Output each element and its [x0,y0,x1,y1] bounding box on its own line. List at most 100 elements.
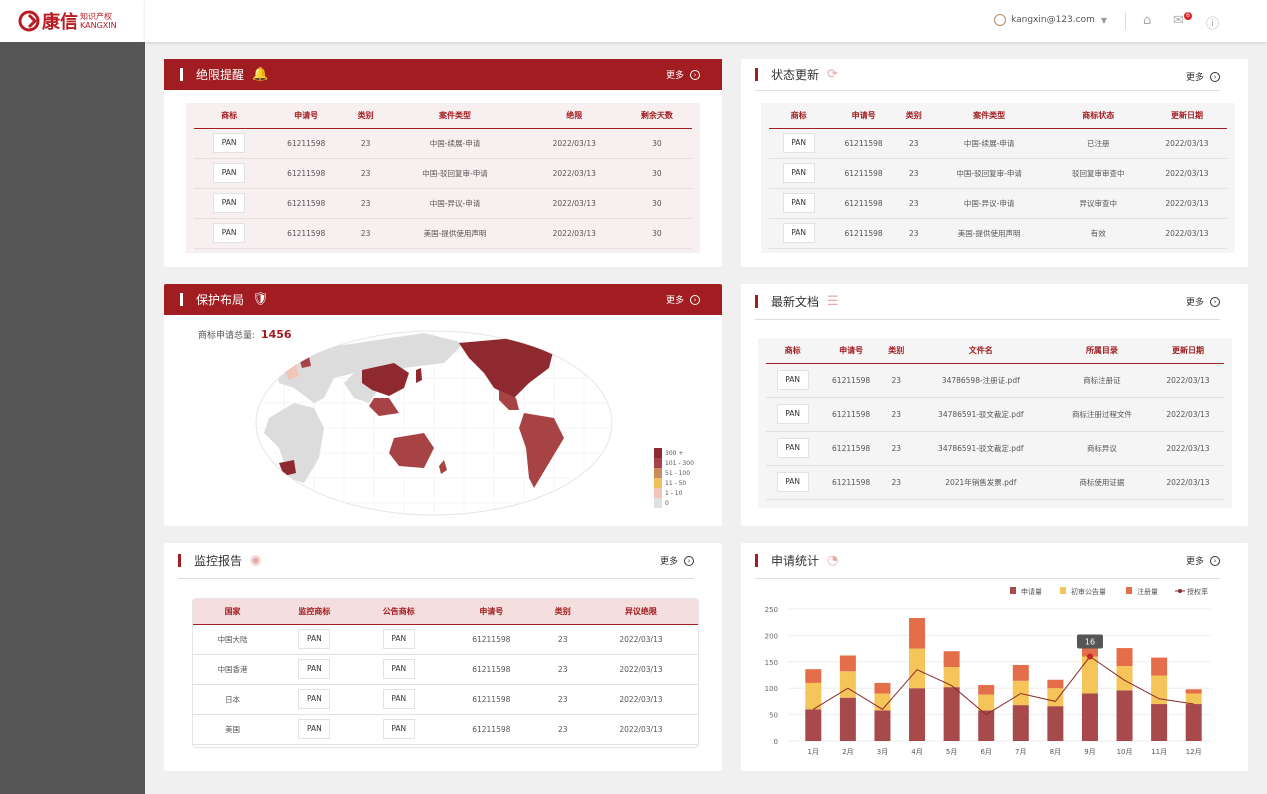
bar-0 [1151,704,1168,741]
trademark-thumbnail[interactable]: PAN [776,404,809,424]
stats-header: 申请统计 ◔ 更多 › [755,543,1220,579]
table-row[interactable]: PAN 61211598 23 中国-驳回复审-申请 2022/03/13 30 [194,158,692,189]
table-cell: 23 [541,624,584,655]
table-cell: 61211598 [819,431,883,466]
trademark-thumbnail[interactable]: PAN [382,689,415,709]
trademark-cell: PAN [194,188,265,219]
status-header: 状态更新 ⟳ 更多 › [755,59,1220,91]
table-cell: 61211598 [264,188,349,219]
legend-swatch [654,448,662,458]
table-cell: 61211598 [828,128,899,159]
table-row[interactable]: PAN 61211598 23 中国-异议-申请 异议审查中 2022/03/13 [769,188,1227,219]
logo-icon [18,10,40,32]
pie-icon: ◔ [827,553,839,568]
trademark-thumbnail[interactable]: PAN [782,223,815,243]
table-row[interactable]: PAN 61211598 23 美国-提供使用声明 有效 2022/03/13 [769,218,1227,249]
x-tick-label: 3月 [877,748,888,756]
trademark-thumbnail[interactable]: PAN [382,719,415,739]
chevron-right-icon: › [690,294,700,305]
table-row[interactable]: 中国大陆 PAN PAN 61211598 23 2022/03/13 [193,624,698,655]
bar-2 [943,651,960,668]
table-row[interactable]: PAN 61211598 23 中国-异议-申请 2022/03/13 30 [194,188,692,219]
user-menu[interactable]: kangxin@123.com ▼ [994,14,1107,26]
status-col-header: 商标 [769,103,829,129]
top-bar: kangxin@123.com ▼ [145,0,1267,42]
monitor-col-header: 类别 [541,599,584,625]
monitor-table-wrap: 国家 监控商标 公告商标 申请号 类别 异议绝限 中国大陆 PAN PAN 61211598 23… [192,598,699,748]
trademark-thumbnail[interactable]: PAN [782,133,815,153]
table-row[interactable]: PAN 61211598 23 美国-提供使用声明 2022/03/13 30 [194,218,692,249]
legend-swatch [654,488,662,498]
logo[interactable]: 康信 知识产权 KANGXIN [0,0,145,42]
bar-1 [874,693,891,711]
documents-header: 最新文档 ☰ 更多 › [755,284,1220,320]
bar-2 [1116,648,1133,667]
trademark-thumbnail[interactable]: PAN [776,370,809,390]
trademark-thumbnail[interactable]: PAN [776,472,809,492]
trademark-thumbnail[interactable]: PAN [382,629,415,649]
trademark-thumbnail[interactable]: PAN [782,193,815,213]
table-cell: 23 [898,128,929,159]
table-row[interactable]: PAN 61211598 23 中国-续展-申请 2022/03/13 30 [194,128,692,159]
table-row[interactable]: 日本 PAN PAN 61211598 23 2022/03/13 [193,684,698,715]
x-tick-label: 6月 [980,748,991,756]
table-cell: 61211598 [264,158,349,189]
table-cell: 商标注册证 [1051,363,1152,398]
map-legend-item: 0 [654,498,694,508]
table-row[interactable]: PAN 61211598 23 2021年销售发票.pdf 商标使用证据 2022/03/… [766,465,1224,500]
trademark-thumbnail[interactable]: PAN [298,629,331,649]
table-row[interactable]: 美国 PAN PAN 61211598 23 2022/03/13 [193,714,698,745]
info-icon[interactable]: ⓘ [1206,13,1219,32]
table-cell: 61211598 [264,218,349,249]
header-bar [180,293,183,306]
total-label: 商标申请总量: [198,331,256,341]
world-map[interactable] [254,328,614,518]
x-tick-label: 11月 [1151,748,1167,756]
bar-0 [943,687,960,741]
monitor-more-link[interactable]: 更多 › [660,554,694,567]
legend-line-marker [1178,589,1182,593]
documents-more-link[interactable]: 更多 › [1186,295,1220,308]
deadline-col-header: 类别 [348,103,384,129]
deadline-more-link[interactable]: 更多 › [666,68,700,81]
mail-icon[interactable]: ✉ [1173,13,1184,28]
trademark-thumbnail[interactable]: PAN [298,659,331,679]
table-cell: 2022/03/13 [583,684,698,715]
table-row[interactable]: PAN 61211598 23 34786598-注册证.pdf 商标注册证 2022/0… [766,363,1224,398]
legend-label: 0 [665,499,669,507]
stats-more-link[interactable]: 更多 › [1186,554,1220,567]
table-cell: 34786598-注册证.pdf [909,363,1052,398]
table-cell: 23 [541,684,584,715]
table-row[interactable]: PAN 61211598 23 34786591-驳文裁定.pdf 商标异议 2022/0… [766,431,1224,466]
trademark-thumbnail[interactable]: PAN [213,163,246,183]
header-bar [755,68,758,81]
documents-panel: 最新文档 ☰ 更多 › 商标 申请号 类别 文件名 所属目录 更新日期 PAN 6121159… [741,284,1248,526]
trademark-thumbnail[interactable]: PAN [213,133,246,153]
table-row[interactable]: PAN 61211598 23 中国-续展-申请 已注册 2022/03/13 [769,128,1227,159]
table-row[interactable]: 中国香港 PAN PAN 61211598 23 2022/03/13 [193,654,698,685]
trademark-cell: PAN [769,158,829,189]
status-more-link[interactable]: 更多 › [1186,70,1220,83]
table-cell: 30 [621,188,692,219]
trademark-thumbnail[interactable]: PAN [782,163,815,183]
trademark-thumbnail[interactable]: PAN [298,689,331,709]
home-icon[interactable]: ⌂ [1143,13,1151,28]
trademark-thumbnail[interactable]: PAN [298,719,331,739]
y-tick-label: 200 [765,632,778,640]
table-row[interactable]: PAN 61211598 23 34786591-驳文裁定.pdf 商标注册过程文件 20… [766,397,1224,432]
trademark-thumbnail[interactable]: PAN [213,193,246,213]
protection-more-link[interactable]: 更多 › [666,293,700,306]
trademark-thumbnail[interactable]: PAN [213,223,246,243]
bell-icon: 🔔 [252,67,269,82]
table-row[interactable]: PAN 61211598 23 中国-驳回复审-申请 驳回复审审查中 2022/03/13 [769,158,1227,189]
application-stats-chart[interactable]: 0 50 100 150 200 250 1月 2月 3月 4月 5月 6月 7月 8月 9月 10月 11月 1… [741,579,1248,769]
table-cell: 有效 [1049,218,1147,249]
table-cell: 23 [348,218,384,249]
status-title: 状态更新 [771,68,820,82]
table-cell: 30 [621,218,692,249]
trademark-thumbnail[interactable]: PAN [776,438,809,458]
table-cell: 中国-续展-申请 [383,128,527,159]
x-tick-label: 4月 [911,748,922,756]
trademark-thumbnail[interactable]: PAN [382,659,415,679]
legend-swatch [654,458,662,468]
